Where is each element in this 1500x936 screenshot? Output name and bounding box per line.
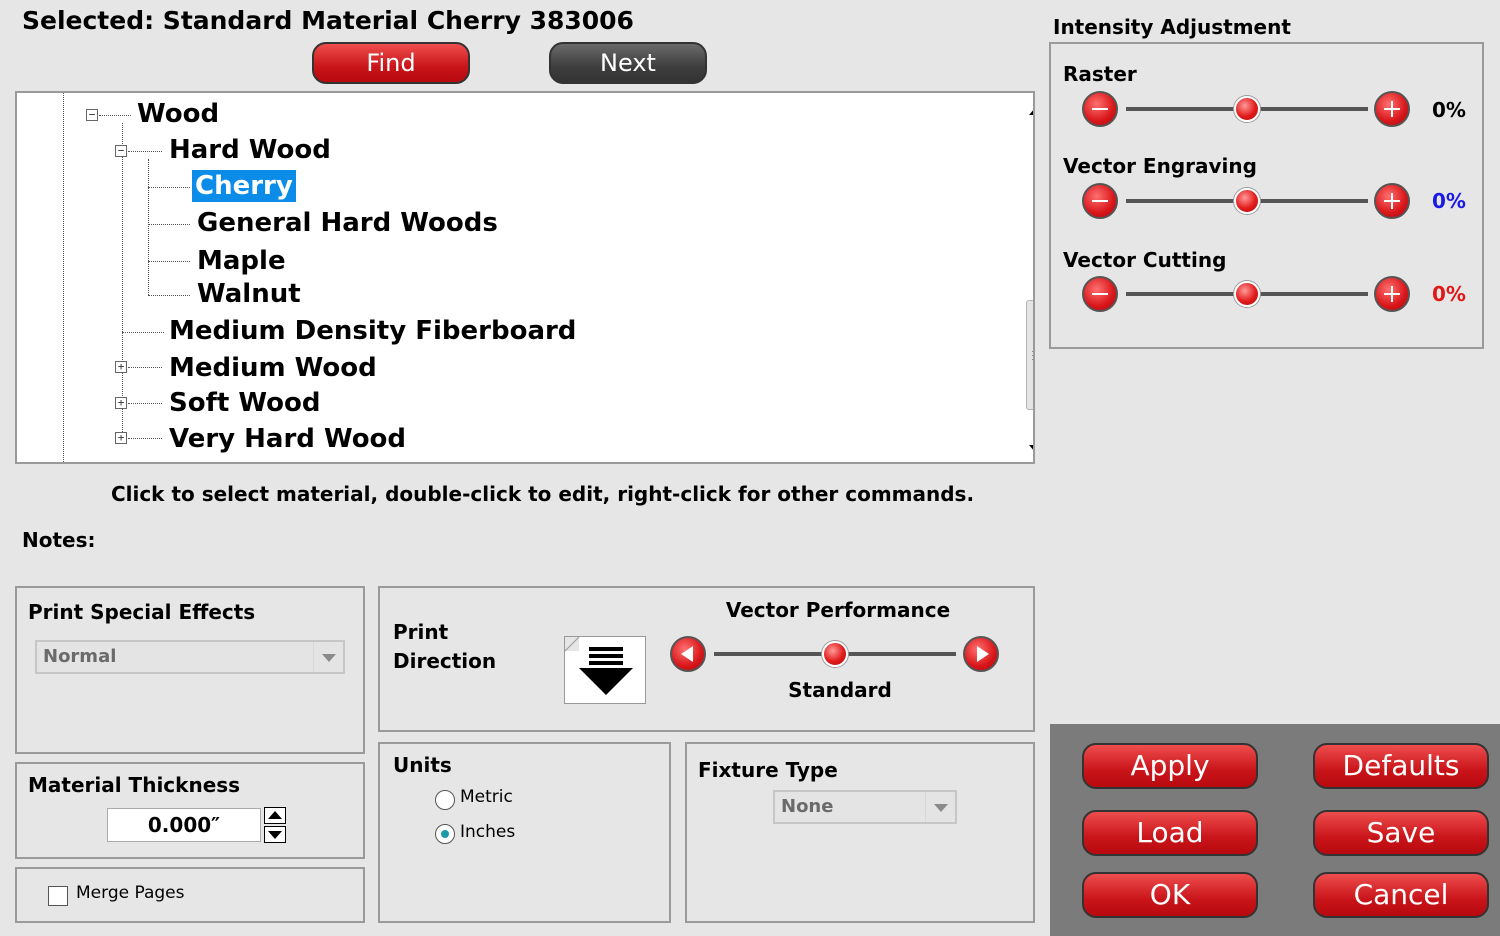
arrow-right-icon [977,646,989,662]
units-panel: Units Metric Inches [378,742,671,923]
thickness-increase-button[interactable] [264,807,286,824]
minus-icon [1092,108,1108,110]
tree-scrollbar[interactable] [1023,95,1033,462]
scroll-thumb[interactable] [1026,300,1033,410]
thickness-input[interactable]: 0.000″ [107,808,261,842]
print-special-effects-value: Normal [43,646,117,667]
print-special-effects-title: Print Special Effects [28,600,256,624]
ok-button[interactable]: OK [1082,872,1258,918]
load-button[interactable]: Load [1082,810,1258,856]
intensity-adjustment-title: Intensity Adjustment [1053,15,1291,39]
cancel-button[interactable]: Cancel [1313,872,1489,918]
chevron-down-icon[interactable] [313,642,343,672]
collapse-wood-icon[interactable]: − [86,109,98,121]
units-inches-label: Inches [460,822,516,842]
tree-item-cherry[interactable]: Cherry [192,170,296,202]
material-thickness-panel: Material Thickness 0.000″ [15,762,365,859]
scroll-down-icon[interactable] [1029,445,1033,453]
vector-performance-increase-button[interactable] [963,636,999,672]
help-text: Click to select material, double-click t… [110,482,975,506]
print-special-effects-panel: Print Special Effects Normal [15,586,365,754]
vector-cutting-label: Vector Cutting [1063,248,1227,272]
vector-cutting-decrease-button[interactable] [1082,276,1118,312]
vector-engraving-percent: 0% [1432,189,1466,213]
vector-performance-value: Standard [788,678,892,702]
merge-pages-checkbox[interactable] [48,886,68,906]
raster-increase-button[interactable] [1374,91,1410,127]
material-tree[interactable]: − Wood − Hard Wood Cherry General Hard W… [15,91,1035,464]
print-direction-title-line2: Direction [393,649,497,673]
expand-soft-wood-icon[interactable]: + [115,397,127,409]
tree-item-wood[interactable]: Wood [137,98,219,130]
tree-item-walnut[interactable]: Walnut [197,278,301,310]
vector-performance-decrease-button[interactable] [670,636,706,672]
vector-engraving-increase-button[interactable] [1374,183,1410,219]
collapse-hard-wood-icon[interactable]: − [115,145,127,157]
intensity-adjustment-panel: Raster 0% Vector Engraving 0% Vector Cut… [1049,42,1484,349]
defaults-button[interactable]: Defaults [1313,743,1489,789]
units-title: Units [393,753,452,777]
vector-performance-knob[interactable] [822,641,848,667]
tree-item-very-hard-wood[interactable]: Very Hard Wood [169,423,406,455]
fixture-type-value: None [781,796,834,817]
next-button[interactable]: Next [549,42,707,84]
tree-item-soft-wood[interactable]: Soft Wood [169,387,320,419]
raster-decrease-button[interactable] [1082,91,1118,127]
fixture-type-title: Fixture Type [698,758,838,782]
merge-pages-label: Merge Pages [76,883,185,903]
units-metric-label: Metric [460,787,513,807]
raster-percent: 0% [1432,98,1466,122]
minus-icon [1092,200,1108,202]
save-button[interactable]: Save [1313,810,1489,856]
arrow-left-icon [681,646,693,662]
units-metric-radio[interactable] [435,790,455,810]
vector-cutting-slider-knob[interactable] [1234,281,1260,307]
action-button-panel: Apply Defaults Load Save OK Cancel [1050,724,1500,936]
vector-engraving-slider-knob[interactable] [1234,188,1260,214]
tree-item-medium-wood[interactable]: Medium Wood [169,352,377,384]
tree-item-general-hard-woods[interactable]: General Hard Woods [197,207,498,239]
find-button[interactable]: Find [312,42,470,84]
vector-engraving-label: Vector Engraving [1063,154,1257,178]
apply-button[interactable]: Apply [1082,743,1258,789]
vector-performance-title: Vector Performance [725,598,951,622]
print-direction-title-line1: Print [393,620,449,644]
triangle-up-icon [268,811,282,819]
tree-item-medium-density-fiberboard[interactable]: Medium Density Fiberboard [169,315,576,347]
chevron-down-icon[interactable] [925,792,955,822]
vector-engraving-decrease-button[interactable] [1082,183,1118,219]
fixture-type-dropdown[interactable]: None [773,790,957,824]
fixture-type-panel: Fixture Type None [685,742,1035,923]
print-direction-panel: Print Direction Vector Performance Stand… [378,586,1035,732]
scroll-up-icon[interactable] [1029,107,1033,115]
material-thickness-title: Material Thickness [28,773,241,797]
vector-cutting-increase-button[interactable] [1374,276,1410,312]
expand-medium-wood-icon[interactable]: + [115,361,127,373]
merge-pages-panel: Merge Pages [15,867,365,923]
selected-material-title: Selected: Standard Material Cherry 38300… [22,6,634,35]
raster-slider-knob[interactable] [1234,96,1260,122]
print-direction-title: Print Direction [393,618,496,676]
triangle-down-icon [268,831,282,839]
thickness-decrease-button[interactable] [264,826,286,843]
notes-label: Notes: [22,528,96,552]
minus-icon [1092,293,1108,295]
expand-very-hard-wood-icon[interactable]: + [115,432,127,444]
tree-item-hard-wood[interactable]: Hard Wood [169,134,331,166]
units-inches-radio[interactable] [435,824,455,844]
raster-label: Raster [1063,62,1137,86]
vector-cutting-percent: 0% [1432,282,1466,306]
print-special-effects-dropdown[interactable]: Normal [35,640,345,674]
tree-item-maple[interactable]: Maple [197,245,286,277]
